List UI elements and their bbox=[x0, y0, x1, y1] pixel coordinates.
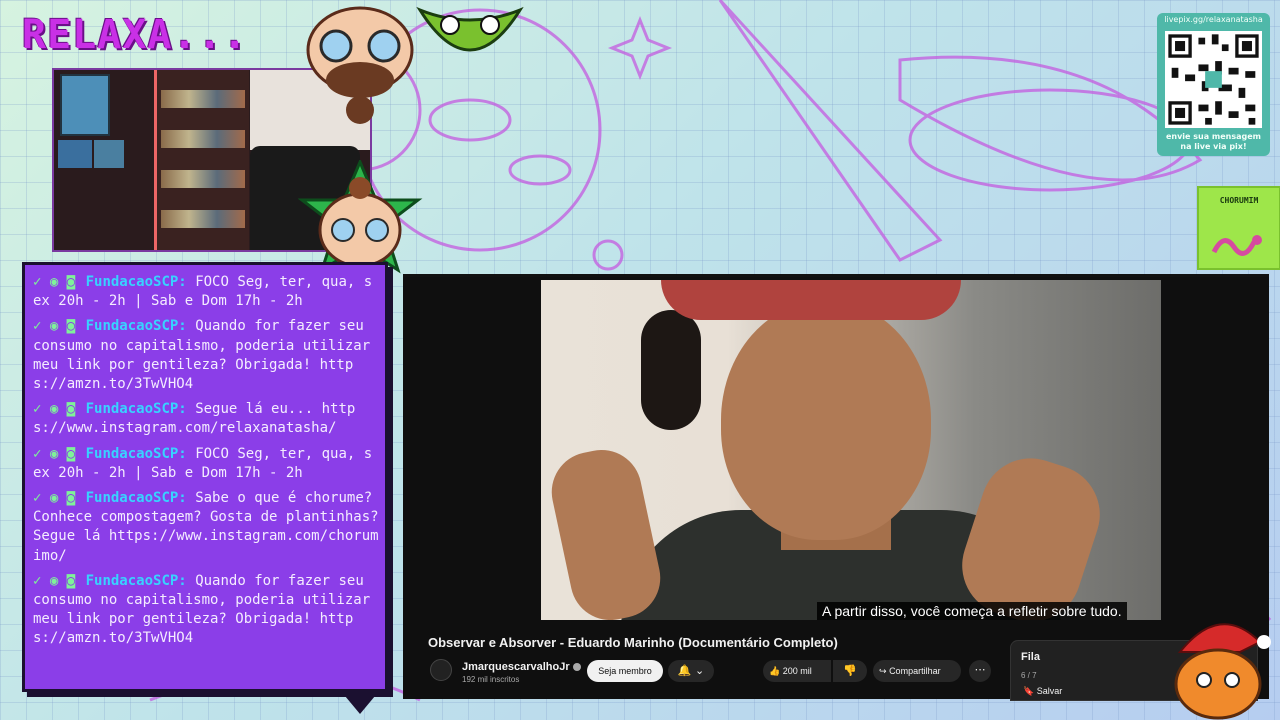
chat-badges-icon: ✓ ◉ ◙ bbox=[33, 274, 76, 290]
queue-title: Fila bbox=[1021, 651, 1040, 663]
chat-badges-icon: ✓ ◉ ◙ bbox=[33, 445, 76, 462]
channel-avatar[interactable] bbox=[430, 659, 452, 681]
chat-message: ✓ ◉ ◙ FundacaoSCP: Segue lá eu... https:… bbox=[33, 400, 379, 438]
chat-badges-icon: ✓ ◉ ◙ bbox=[33, 401, 76, 418]
green-creature-avatar bbox=[416, 6, 524, 52]
shelf-row bbox=[161, 210, 245, 228]
livepix-qr-panel[interactable]: livepix.gg/relaxanatasha envie sua mensa… bbox=[1157, 13, 1270, 156]
video-subtitle: A partir disso, você começa a refletir s… bbox=[817, 602, 1127, 620]
chat-text: Quando for fazer seu consumo no capitali… bbox=[33, 318, 371, 393]
thumbs-down-icon: 👎 bbox=[843, 664, 857, 677]
stream-title: RELAXA... bbox=[22, 12, 248, 58]
person-hand-right bbox=[949, 445, 1113, 620]
chat-panel[interactable]: ✓ ◉ ◙ FundacaoSCP: FOCO Seg, ter, qua, s… bbox=[22, 262, 388, 692]
more-options-button[interactable]: ⋯ bbox=[969, 660, 991, 682]
qr-code-icon[interactable] bbox=[1165, 31, 1262, 128]
chat-username[interactable]: FundacaoSCP: bbox=[86, 401, 187, 417]
share-button[interactable]: ↪ Compartilhar bbox=[873, 660, 961, 682]
chorumim-logo: CHORUMIM bbox=[1197, 186, 1280, 270]
chat-text: Segue lá eu... https://www.instagram.com… bbox=[33, 401, 356, 437]
chat-message: ✓ ◉ ◙ FundacaoSCP: FOCO Seg, ter, qua, s… bbox=[33, 273, 379, 311]
save-button[interactable]: 🔖 Salvar bbox=[1023, 686, 1062, 697]
chat-badges-icon: ✓ ◉ ◙ bbox=[33, 572, 76, 589]
person-face bbox=[721, 300, 931, 540]
christmas-cat-sticker bbox=[1174, 623, 1271, 720]
worm-icon bbox=[1211, 235, 1262, 256]
chat-message: ✓ ◉ ◙ FundacaoSCP: Sabe o que é chorume?… bbox=[33, 489, 379, 566]
chat-bubble-tail bbox=[340, 690, 380, 714]
like-button[interactable]: 👍 200 mil bbox=[763, 660, 831, 682]
bookshelf bbox=[154, 70, 249, 250]
poster bbox=[94, 140, 124, 168]
like-count: 200 mil bbox=[782, 666, 812, 676]
chat-text: Quando for fazer seu consumo no capitali… bbox=[33, 572, 371, 647]
chat-message: ✓ ◉ ◙ FundacaoSCP: FOCO Seg, ter, qua, s… bbox=[33, 445, 379, 483]
person-hair bbox=[641, 310, 701, 430]
save-label: Salvar bbox=[1036, 686, 1063, 696]
subscriber-count: 192 mil inscritos bbox=[462, 675, 520, 684]
share-label: Compartilhar bbox=[889, 666, 941, 676]
chat-username[interactable]: FundacaoSCP: bbox=[86, 318, 187, 334]
chat-username[interactable]: FundacaoSCP: bbox=[86, 490, 187, 506]
notification-bell-button[interactable]: 🔔 ⌄ bbox=[668, 660, 714, 682]
chat-badges-icon: ✓ ◉ ◙ bbox=[33, 490, 76, 507]
chat-message: ✓ ◉ ◙ FundacaoSCP: Quando for fazer seu … bbox=[33, 317, 379, 394]
chat-message: ✓ ◉ ◙ FundacaoSCP: Quando for fazer seu … bbox=[33, 572, 379, 649]
cartoon-face-avatar bbox=[306, 6, 414, 124]
shelf-row bbox=[161, 130, 245, 148]
video-frame[interactable]: A partir disso, você começa a refletir s… bbox=[541, 280, 1161, 620]
queue-count: 6 / 7 bbox=[1021, 671, 1037, 680]
video-title: Observar e Absorver - Eduardo Marinho (D… bbox=[428, 635, 838, 650]
livepix-url[interactable]: livepix.gg/relaxanatasha bbox=[1161, 15, 1266, 24]
chat-username[interactable]: FundacaoSCP: bbox=[86, 446, 187, 462]
person-cap bbox=[661, 280, 961, 320]
poster bbox=[60, 74, 110, 136]
bookmark-icon: 🔖 bbox=[1023, 686, 1035, 696]
shelf-row bbox=[161, 90, 245, 108]
poster bbox=[58, 140, 92, 168]
chorumim-logo-text: CHORUMIM bbox=[1219, 196, 1259, 205]
shelf-row bbox=[161, 170, 245, 188]
verified-icon bbox=[572, 663, 581, 672]
channel-name[interactable]: JmarquescarvalhoJr bbox=[462, 661, 581, 673]
share-icon: ↪ bbox=[879, 666, 887, 676]
youtube-player[interactable]: A partir disso, você começa a refletir s… bbox=[403, 274, 1269, 701]
channel-name-text[interactable]: JmarquescarvalhoJr bbox=[462, 661, 570, 673]
chat-text: FOCO Seg, ter, qua, sex 20h - 2h | Sab e… bbox=[33, 445, 373, 481]
dislike-button[interactable]: 👎 bbox=[833, 660, 867, 682]
join-member-button[interactable]: Seja membro bbox=[587, 660, 663, 682]
person-hand-left bbox=[544, 442, 668, 620]
chat-badges-icon: ✓ ◉ ◙ bbox=[33, 318, 76, 335]
chat-username[interactable]: FundacaoSCP: bbox=[86, 274, 187, 290]
thumbs-up-icon: 👍 bbox=[769, 666, 781, 676]
livepix-caption: envie sua mensagem na live via pix! bbox=[1165, 132, 1262, 151]
chat-text: FOCO Seg, ter, qua, sex 20h - 2h | Sab e… bbox=[33, 274, 373, 310]
chat-username[interactable]: FundacaoSCP: bbox=[86, 573, 187, 589]
